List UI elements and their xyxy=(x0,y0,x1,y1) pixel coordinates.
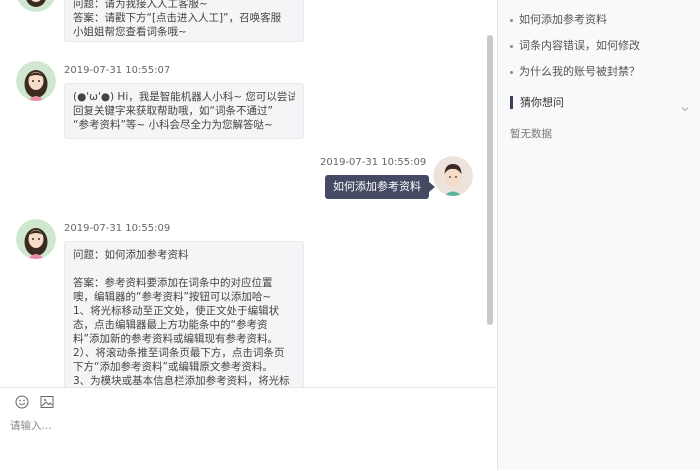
input-area xyxy=(0,387,496,471)
bot-avatar xyxy=(16,219,56,259)
bot-avatar xyxy=(16,0,56,12)
message-line: 问题：请为我接入人工客服~ xyxy=(73,0,208,10)
message-input[interactable] xyxy=(8,416,482,436)
bullet-icon xyxy=(510,18,513,22)
message-line: 问题：如何添加参考资料 xyxy=(73,249,189,261)
user-message-bubble: 如何添加参考资料 xyxy=(325,175,435,199)
bot-message-bubble: (●'ω'●) Hi，我是智能机器人小科~ 您可以尝试 回复关键字来获取帮助哦，… xyxy=(64,83,304,139)
bullet-icon xyxy=(510,44,513,48)
user-avatar xyxy=(433,156,473,196)
empty-state-text: 暂无数据 xyxy=(510,128,552,140)
message-line: “参考资料”等~ 小科会尽全力为您解答哒~ xyxy=(73,119,273,131)
message-line: 噢，编辑器的“参考资料”按钮可以添加哈~ xyxy=(73,291,272,303)
chevron-down-icon[interactable] xyxy=(681,98,689,112)
image-upload-icon[interactable] xyxy=(40,394,54,408)
message-line: 料”添加新的参考资料或编辑现有参考资料。 xyxy=(73,333,278,345)
message-line: (●'ω'●) Hi，我是智能机器人小科~ 您可以尝试 xyxy=(73,91,295,103)
message-line: 1、将光标移动至正文处，使正文处于编辑状 xyxy=(73,305,280,317)
guess-section-title: 猜你想问 xyxy=(510,96,564,109)
faq-link-label: 词条内容错误，如何修改 xyxy=(519,39,640,52)
chat-scrollbar[interactable] xyxy=(487,35,493,325)
message-line xyxy=(73,262,295,276)
message-line: 答案：参考资料要添加在词条中的对应位置 xyxy=(73,277,273,289)
message-timestamp: 2019-07-31 10:55:07 xyxy=(64,65,171,76)
bullet-icon xyxy=(510,70,513,74)
bot-message-bubble: 问题：请为我接入人工客服~ 答案：请戳下方“[点击进入人工]”，召唤客服 小姐姐… xyxy=(64,0,304,42)
message-line: 答案：请戳下方“[点击进入人工]”，召唤客服 xyxy=(73,12,282,24)
faq-link-label: 如何添加参考资料 xyxy=(519,13,607,26)
faq-link[interactable]: 为什么我的账号被封禁？ xyxy=(510,63,640,79)
message-timestamp: 2019-07-31 10:55:09 xyxy=(320,157,427,168)
bot-avatar xyxy=(16,61,56,101)
message-timestamp: 2019-07-31 10:55:09 xyxy=(64,223,171,234)
faq-link[interactable]: 如何添加参考资料 xyxy=(510,11,607,27)
message-line: 3、为模块或基本信息栏添加参考资料，将光标 xyxy=(73,375,290,387)
bot-message-bubble: 问题：如何添加参考资料 答案：参考资料要添加在词条中的对应位置 噢，编辑器的“参… xyxy=(64,241,304,387)
message-line: 2）、将滚动条推至词条页最下方，点击词条页 xyxy=(73,347,285,359)
chat-panel: 问题：请为我接入人工客服~ 答案：请戳下方“[点击进入人工]”，召唤客服 小姐姐… xyxy=(0,0,496,387)
faq-link[interactable]: 词条内容错误，如何修改 xyxy=(510,37,640,53)
message-line: 态，点击编辑器最上方功能条中的“参考资 xyxy=(73,319,268,331)
message-line: 下方“添加参考资料”或编辑原文参考资料。 xyxy=(73,361,273,373)
message-line: 小姐姐帮您查看词条哦~ xyxy=(73,26,187,38)
faq-link-label: 为什么我的账号被封禁？ xyxy=(519,65,640,78)
help-sidebar: 如何添加参考资料 词条内容错误，如何修改 为什么我的账号被封禁？ 猜你想问 暂无… xyxy=(497,0,700,470)
message-line: 回复关键字来获取帮助哦，如“词条不通过” xyxy=(73,105,273,117)
emoji-icon[interactable] xyxy=(15,394,29,409)
